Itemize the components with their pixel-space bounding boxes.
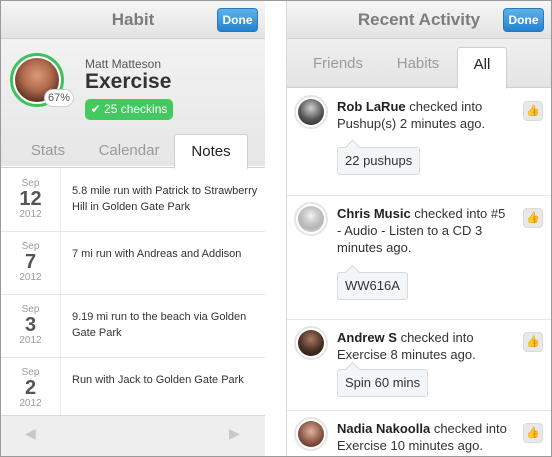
checkmark-icon: ✔ <box>90 102 101 116</box>
avatar[interactable] <box>294 202 328 236</box>
note-text: 9.19 mi run to the beach via Golden Gate… <box>72 311 247 339</box>
list-item[interactable]: Nadia Nakoolla checked into Exercise 10 … <box>287 411 551 456</box>
avatar[interactable] <box>294 95 328 129</box>
thumbs-up-icon[interactable]: 👍 <box>523 423 543 443</box>
avatar[interactable] <box>294 326 328 360</box>
note-day: 12 <box>19 188 42 210</box>
checkin-note: WW616A <box>337 272 408 300</box>
tab-habits[interactable]: Habits <box>381 47 455 87</box>
activity-tabs: Friends Habits All <box>287 39 551 89</box>
note-date: Sep 2 2012 <box>1 358 61 420</box>
default-avatar-icon <box>298 206 324 232</box>
habit-tabs: Stats Calendar Notes <box>1 134 265 169</box>
tab-friends[interactable]: Friends <box>299 47 377 87</box>
avatar[interactable] <box>294 417 328 451</box>
note-date: Sep 3 2012 <box>1 295 61 357</box>
user-name: Matt Matteson <box>85 57 162 71</box>
note-text: Run with Jack to Golden Gate Park <box>72 374 244 386</box>
checkins-badge[interactable]: ✔ 25 checkins <box>85 99 173 120</box>
user-photo <box>298 330 324 356</box>
note-year: 2012 <box>19 398 42 409</box>
recent-activity-screen: Recent Activity Done Friends Habits All … <box>286 1 551 456</box>
pager-bar: ◀ ▶ <box>1 415 265 456</box>
chevron-right-icon[interactable]: ▶ <box>229 425 240 442</box>
activity-user[interactable]: Nadia Nakoolla <box>337 421 430 436</box>
activity-user[interactable]: Chris Music <box>337 206 411 221</box>
list-item[interactable]: Rob LaRue checked into Pushup(s) 2 minut… <box>287 89 551 196</box>
note-date: Sep 12 2012 <box>1 169 61 231</box>
progress-badge: 67% <box>44 89 74 107</box>
checkins-label: 25 checkins <box>104 102 168 116</box>
habit-name: Exercise <box>85 70 172 93</box>
user-photo <box>298 99 324 125</box>
habit-screen: Habit Done 67% Matt Matteson Exercise ✔ … <box>1 1 265 456</box>
habit-navbar: Habit Done <box>1 1 265 39</box>
checkin-note: Spin 60 mins <box>337 369 429 397</box>
activity-text: Rob LaRue checked into Pushup(s) 2 minut… <box>337 98 509 132</box>
note-text: 5.8 mile run with Patrick to Strawberry … <box>72 185 258 213</box>
list-item[interactable]: Sep 3 2012 9.19 mi run to the beach via … <box>1 295 265 358</box>
activity-text: Nadia Nakoolla checked into Exercise 10 … <box>337 420 509 454</box>
user-photo <box>298 421 324 447</box>
activity-navbar: Recent Activity Done <box>287 1 551 39</box>
note-day: 2 <box>24 377 37 399</box>
note-text: 7 mi run with Andreas and Addison <box>72 248 242 260</box>
tab-stats[interactable]: Stats <box>9 134 87 168</box>
thumbs-up-icon[interactable]: 👍 <box>523 208 543 228</box>
thumbs-up-icon[interactable]: 👍 <box>523 101 543 121</box>
thumbs-up-icon[interactable]: 👍 <box>523 332 543 352</box>
list-item[interactable]: Sep 7 2012 7 mi run with Andreas and Add… <box>1 232 265 295</box>
activity-user[interactable]: Andrew S <box>337 330 397 345</box>
activity-user[interactable]: Rob LaRue <box>337 99 406 114</box>
note-day: 7 <box>24 251 37 273</box>
note-year: 2012 <box>19 335 42 346</box>
screen-divider <box>265 1 286 456</box>
note-year: 2012 <box>19 272 42 283</box>
tab-all[interactable]: All <box>457 47 507 89</box>
tab-notes[interactable]: Notes <box>174 134 248 169</box>
list-item[interactable]: Sep 12 2012 5.8 mile run with Patrick to… <box>1 169 265 232</box>
checkin-note: 22 pushups <box>337 147 421 175</box>
list-item[interactable]: Andrew S checked into Exercise 8 minutes… <box>287 320 551 411</box>
done-button[interactable]: Done <box>503 8 544 32</box>
chevron-left-icon[interactable]: ◀ <box>25 425 36 442</box>
activity-text: Andrew S checked into Exercise 8 minutes… <box>337 329 509 363</box>
list-item[interactable]: Sep 2 2012 Run with Jack to Golden Gate … <box>1 358 265 421</box>
activity-text: Chris Music checked into #5 - Audio - Li… <box>337 205 509 256</box>
note-date: Sep 7 2012 <box>1 232 61 294</box>
done-button[interactable]: Done <box>217 8 258 32</box>
note-day: 3 <box>24 314 37 336</box>
list-item[interactable]: Chris Music checked into #5 - Audio - Li… <box>287 196 551 320</box>
note-year: 2012 <box>19 209 42 220</box>
tab-calendar[interactable]: Calendar <box>87 134 171 168</box>
